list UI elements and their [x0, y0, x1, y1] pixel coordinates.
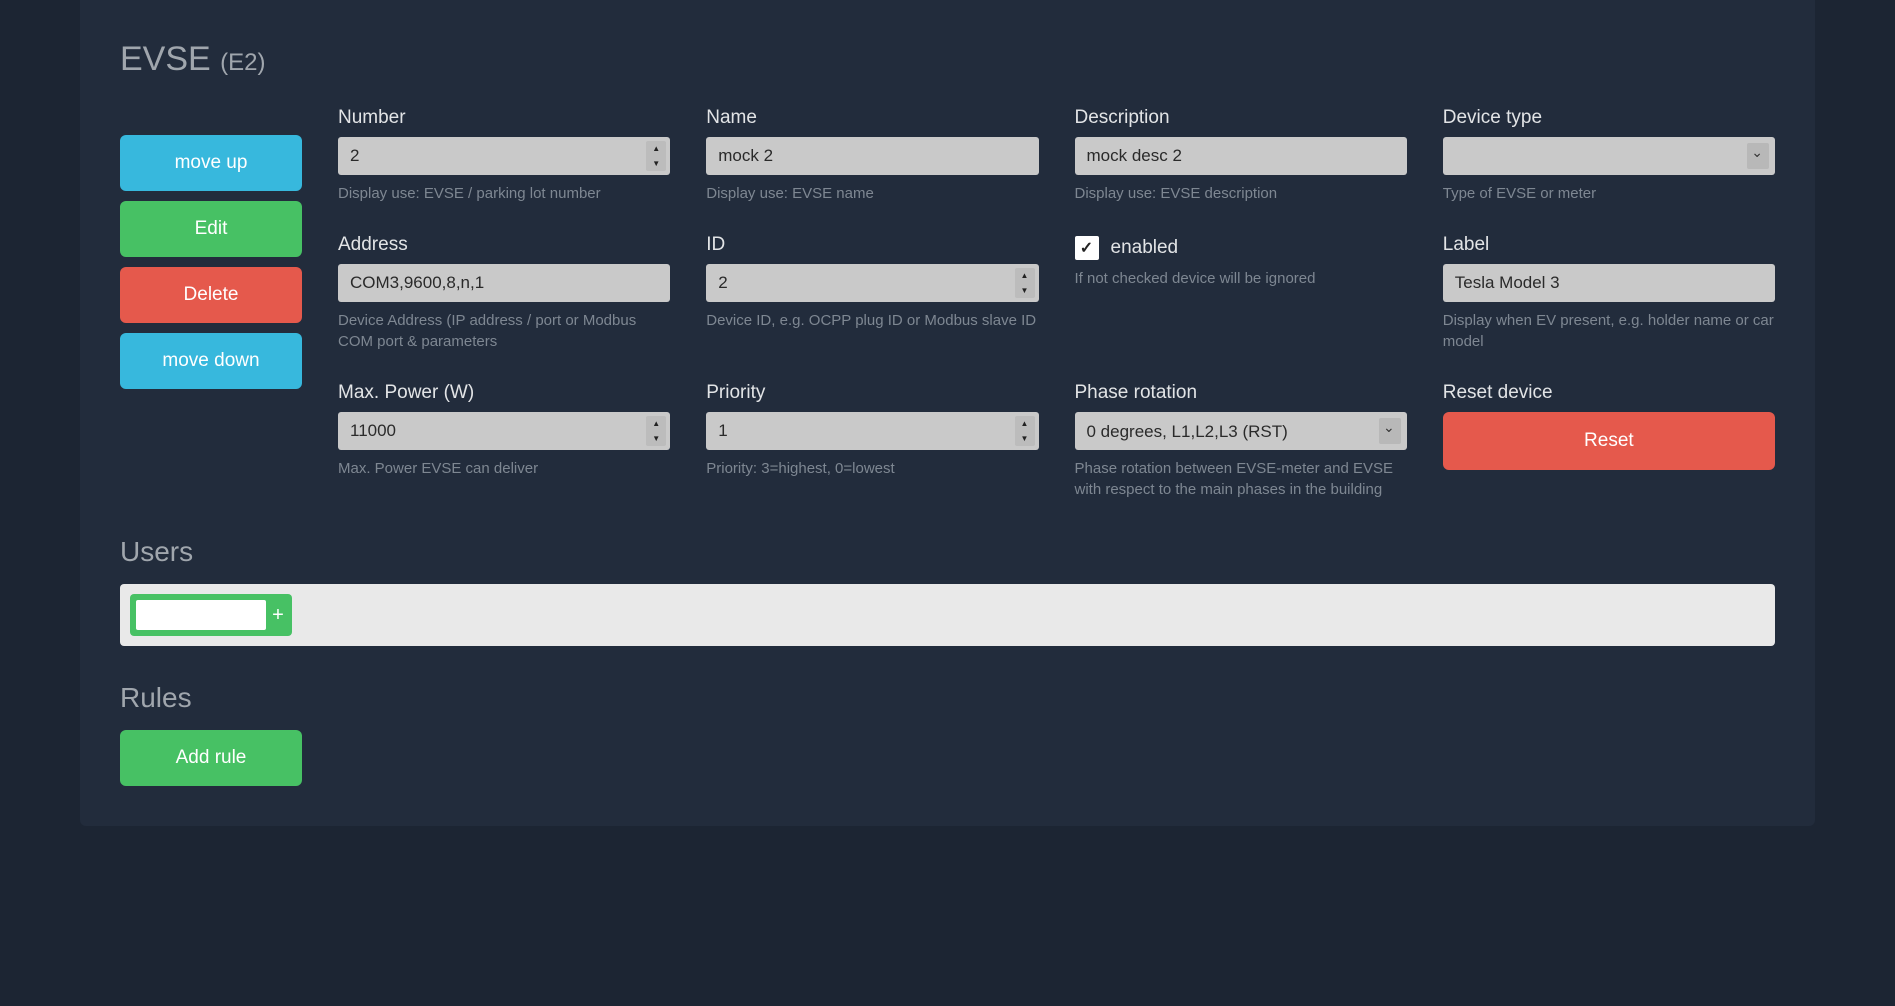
rules-heading: Rules: [120, 682, 1775, 714]
field-enabled: ✓ enabled If not checked device will be …: [1075, 234, 1407, 352]
id-help: Device ID, e.g. OCPP plug ID or Modbus s…: [706, 310, 1038, 331]
field-phase-rotation: Phase rotation 0 degrees, L1,L2,L3 (RST)…: [1075, 382, 1407, 500]
users-bar: +: [120, 584, 1775, 646]
max-power-input[interactable]: [338, 412, 670, 450]
number-input[interactable]: [338, 137, 670, 175]
priority-input[interactable]: [706, 412, 1038, 450]
name-help: Display use: EVSE name: [706, 183, 1038, 204]
field-reset: Reset device Reset: [1443, 382, 1775, 500]
user-add-widget: +: [130, 594, 292, 636]
reset-label: Reset device: [1443, 382, 1775, 404]
field-priority: Priority ▲▼ Priority: 3=highest, 0=lowes…: [706, 382, 1038, 500]
label-help: Display when EV present, e.g. holder nam…: [1443, 310, 1775, 352]
move-up-button[interactable]: move up: [120, 135, 302, 191]
edit-button[interactable]: Edit: [120, 201, 302, 257]
id-input[interactable]: [706, 264, 1038, 302]
name-input[interactable]: [706, 137, 1038, 175]
address-label: Address: [338, 234, 670, 256]
users-heading: Users: [120, 536, 1775, 568]
enabled-checkbox[interactable]: ✓: [1075, 236, 1099, 260]
plus-icon[interactable]: +: [270, 604, 286, 627]
field-number: Number ▲▼ Display use: EVSE / parking lo…: [338, 107, 670, 204]
field-name: Name Display use: EVSE name: [706, 107, 1038, 204]
address-help: Device Address (IP address / port or Mod…: [338, 310, 670, 352]
phase-rotation-select[interactable]: 0 degrees, L1,L2,L3 (RST): [1075, 412, 1407, 450]
number-help: Display use: EVSE / parking lot number: [338, 183, 670, 204]
user-add-input[interactable]: [136, 600, 266, 630]
reset-button[interactable]: Reset: [1443, 412, 1775, 470]
field-address: Address Device Address (IP address / por…: [338, 234, 670, 352]
description-help: Display use: EVSE description: [1075, 183, 1407, 204]
device-type-label: Device type: [1443, 107, 1775, 129]
max-power-help: Max. Power EVSE can deliver: [338, 458, 670, 479]
phase-rotation-help: Phase rotation between EVSE-meter and EV…: [1075, 458, 1407, 500]
id-label: ID: [706, 234, 1038, 256]
title-suffix: (E2): [220, 49, 265, 76]
page-title: EVSE (E2): [120, 40, 1775, 79]
label-input[interactable]: [1443, 264, 1775, 302]
label-label: Label: [1443, 234, 1775, 256]
address-input[interactable]: [338, 264, 670, 302]
field-label: Label Display when EV present, e.g. hold…: [1443, 234, 1775, 352]
device-type-help: Type of EVSE or meter: [1443, 183, 1775, 204]
phase-rotation-label: Phase rotation: [1075, 382, 1407, 404]
move-down-button[interactable]: move down: [120, 333, 302, 389]
enabled-help: If not checked device will be ignored: [1075, 268, 1407, 289]
field-description: Description Display use: EVSE descriptio…: [1075, 107, 1407, 204]
delete-button[interactable]: Delete: [120, 267, 302, 323]
title-main: EVSE: [120, 40, 211, 78]
name-label: Name: [706, 107, 1038, 129]
priority-help: Priority: 3=highest, 0=lowest: [706, 458, 1038, 479]
description-label: Description: [1075, 107, 1407, 129]
enabled-label: enabled: [1111, 237, 1179, 259]
field-id: ID ▲▼ Device ID, e.g. OCPP plug ID or Mo…: [706, 234, 1038, 352]
priority-label: Priority: [706, 382, 1038, 404]
device-type-select[interactable]: [1443, 137, 1775, 175]
max-power-label: Max. Power (W): [338, 382, 670, 404]
description-input[interactable]: [1075, 137, 1407, 175]
field-device-type: Device type Type of EVSE or meter: [1443, 107, 1775, 204]
add-rule-button[interactable]: Add rule: [120, 730, 302, 786]
field-max-power: Max. Power (W) ▲▼ Max. Power EVSE can de…: [338, 382, 670, 500]
number-label: Number: [338, 107, 670, 129]
